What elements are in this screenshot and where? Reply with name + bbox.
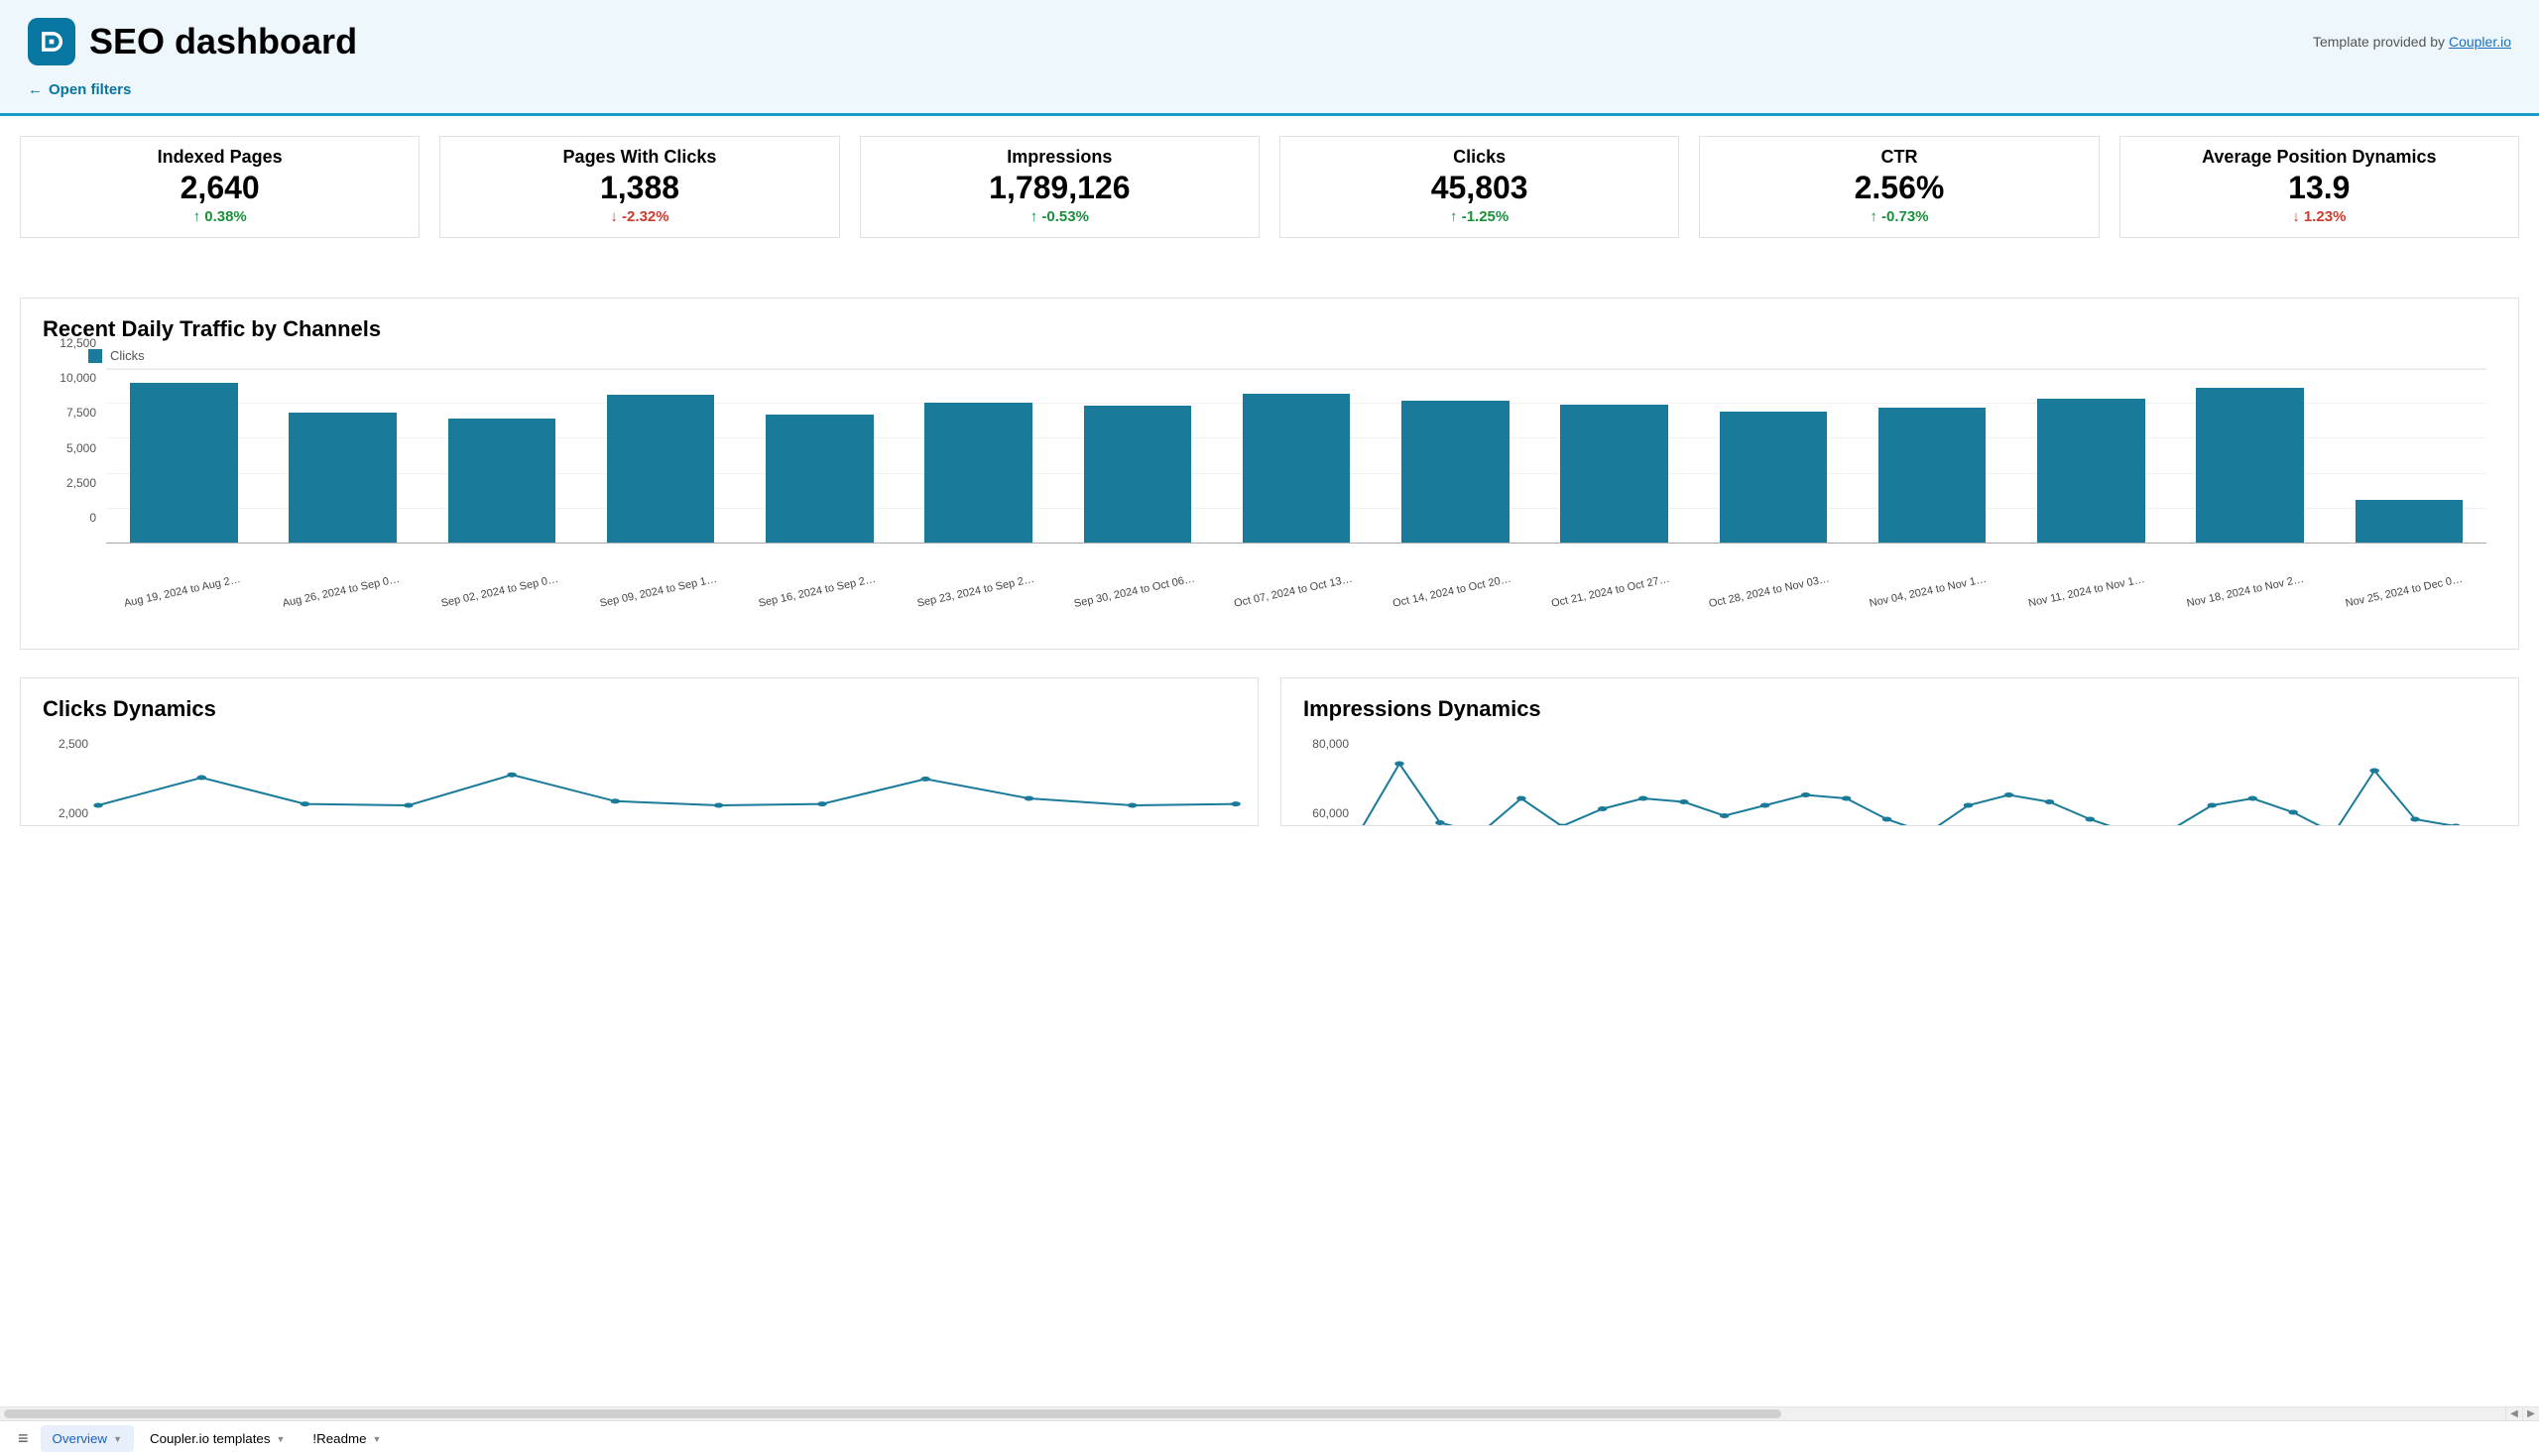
x-axis-label: Aug 19, 2024 to Aug 2…	[103, 569, 271, 659]
impressions-dynamics-title: Impressions Dynamics	[1303, 696, 2496, 722]
chevron-down-icon: ▼	[113, 1434, 122, 1444]
metric-value: 45,803	[1288, 170, 1670, 206]
chart-bar	[2356, 500, 2464, 543]
chart-bar	[448, 419, 556, 543]
chevron-down-icon: ▼	[277, 1434, 286, 1444]
metrics-row: Indexed Pages2,640 ↑ 0.38% Pages With Clic…	[0, 116, 2539, 238]
metric-value: 1,789,126	[869, 170, 1251, 206]
metric-change: ↓ -2.32%	[448, 208, 830, 225]
x-axis-label: Nov 11, 2024 to Nov 1…	[2007, 569, 2175, 659]
x-axis-label: Sep 30, 2024 to Oct 06…	[1055, 569, 1223, 659]
metric-title: Average Position Dynamics	[2128, 147, 2510, 168]
horizontal-scrollbar[interactable]: ◀ ▶	[0, 1406, 2539, 1420]
chart-bar	[1401, 401, 1510, 543]
metric-change: ↓ 1.23%	[2128, 208, 2510, 225]
chart-bar	[1878, 408, 1987, 543]
metric-card: Indexed Pages2,640 ↑ 0.38%	[20, 136, 420, 238]
chart-bar	[1084, 406, 1192, 543]
chart-title: Recent Daily Traffic by Channels	[43, 316, 2496, 342]
metric-title: Pages With Clicks	[448, 147, 830, 168]
x-axis-label: Sep 23, 2024 to Sep 2…	[897, 569, 1064, 659]
chart-bar	[2037, 399, 2145, 543]
x-axis-label: Oct 07, 2024 to Oct 13…	[1214, 569, 1382, 659]
clicks-line-chart: 2,0002,500	[98, 736, 1236, 805]
scroll-right-icon[interactable]: ▶	[2522, 1407, 2539, 1420]
metric-title: Indexed Pages	[29, 147, 411, 168]
scroll-left-icon[interactable]: ◀	[2505, 1407, 2522, 1420]
chart-bar	[924, 403, 1032, 543]
metric-value: 2,640	[29, 170, 411, 206]
x-axis-label: Oct 14, 2024 to Oct 20…	[1373, 569, 1540, 659]
y-axis-tick: 2,500	[66, 476, 96, 490]
metric-card: Pages With Clicks1,388 ↓ -2.32%	[439, 136, 839, 238]
clicks-dynamics-title: Clicks Dynamics	[43, 696, 1236, 722]
chart-bar	[289, 413, 397, 543]
chart-bar	[1243, 394, 1351, 543]
x-axis-label: Oct 21, 2024 to Oct 27…	[1531, 569, 1699, 659]
x-axis-label: Aug 26, 2024 to Sep 0…	[262, 569, 429, 659]
sheet-tabs: ≡ Overview ▼Coupler.io templates ▼!Readm…	[0, 1420, 2539, 1456]
dynamics-row: Clicks Dynamics 2,0002,500 Impressions D…	[20, 677, 2519, 826]
metric-card: Impressions1,789,126 ↑ -0.53%	[860, 136, 1260, 238]
sheet-tab[interactable]: Overview ▼	[41, 1425, 134, 1452]
metric-change: ↑ -0.53%	[869, 208, 1251, 225]
traffic-chart-panel: Recent Daily Traffic by Channels Clicks …	[20, 298, 2519, 650]
sheet-tab[interactable]: !Readme ▼	[301, 1425, 393, 1452]
sheet-tab[interactable]: Coupler.io templates ▼	[138, 1425, 297, 1452]
chart-bar	[607, 395, 715, 543]
metric-title: CTR	[1708, 147, 2090, 168]
y-axis-tick: 7,500	[66, 406, 96, 420]
chart-bar	[1720, 412, 1828, 543]
open-filters-button[interactable]: ← Open filters	[28, 81, 131, 98]
x-axis-label: Sep 16, 2024 to Sep 2…	[738, 569, 906, 659]
metric-change: ↑ 0.38%	[29, 208, 411, 225]
metric-card: Clicks45,803 ↑ -1.25%	[1279, 136, 1679, 238]
chart-bar	[766, 415, 874, 543]
x-axis-label: Nov 25, 2024 to Dec 0…	[2325, 569, 2492, 659]
y-axis-tick: 60,000	[1312, 806, 1349, 820]
chart-legend: Clicks	[88, 348, 2496, 363]
chart-bar	[130, 383, 238, 543]
y-axis-tick: 10,000	[60, 371, 96, 385]
metric-value: 2.56%	[1708, 170, 2090, 206]
metric-value: 1,388	[448, 170, 830, 206]
scrollbar-thumb[interactable]	[4, 1409, 1781, 1418]
metric-title: Clicks	[1288, 147, 1670, 168]
x-axis-label: Nov 04, 2024 to Nov 1…	[1849, 569, 2016, 659]
x-axis-label: Sep 09, 2024 to Sep 1…	[579, 569, 747, 659]
clicks-dynamics-panel: Clicks Dynamics 2,0002,500	[20, 677, 1259, 826]
metric-value: 13.9	[2128, 170, 2510, 206]
metric-change: ↑ -1.25%	[1288, 208, 1670, 225]
impressions-dynamics-panel: Impressions Dynamics 60,00080,000	[1280, 677, 2519, 826]
impressions-line-chart: 60,00080,000	[1359, 736, 2496, 805]
metric-change: ↑ -0.73%	[1708, 208, 2090, 225]
metric-card: CTR2.56% ↑ -0.73%	[1699, 136, 2099, 238]
chevron-down-icon: ▼	[373, 1434, 382, 1444]
page-title: SEO dashboard	[89, 21, 357, 62]
x-axis-label: Sep 02, 2024 to Sep 0…	[421, 569, 588, 659]
x-axis-label: Oct 28, 2024 to Nov 03…	[1690, 569, 1858, 659]
bar-chart: 02,5005,0007,50010,00012,500	[43, 369, 2496, 577]
y-axis-tick: 2,500	[59, 737, 88, 751]
y-axis-tick: 2,000	[59, 806, 88, 820]
y-axis-tick: 12,500	[60, 336, 96, 350]
brand: SEO dashboard	[28, 18, 357, 65]
x-axis-label: Nov 18, 2024 to Nov 2…	[2166, 569, 2334, 659]
header-banner: SEO dashboard Template provided by Coupl…	[0, 0, 2539, 116]
legend-swatch-icon	[88, 349, 102, 363]
y-axis-tick: 80,000	[1312, 737, 1349, 751]
y-axis-tick: 5,000	[66, 441, 96, 455]
metric-title: Impressions	[869, 147, 1251, 168]
menu-icon[interactable]: ≡	[10, 1428, 37, 1449]
chart-bar	[1560, 405, 1668, 543]
metric-card: Average Position Dynamics13.9 ↓ 1.23%	[2119, 136, 2519, 238]
chart-bar	[2196, 388, 2304, 543]
y-axis-tick: 0	[89, 511, 96, 525]
coupler-logo-icon	[28, 18, 75, 65]
arrow-left-icon: ←	[28, 81, 43, 98]
coupler-link[interactable]: Coupler.io	[2449, 34, 2511, 50]
template-credit: Template provided by Coupler.io	[2313, 34, 2511, 50]
